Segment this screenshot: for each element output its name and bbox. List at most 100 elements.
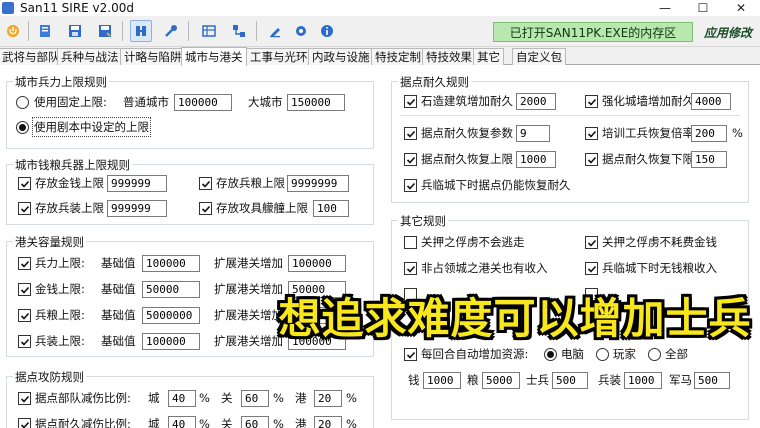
arms-cap-checkbox[interactable]: [18, 202, 31, 215]
recover-min-input[interactable]: 150: [691, 151, 727, 168]
tab-troops[interactable]: 兵种与战法: [57, 48, 123, 65]
res-gold-input[interactable]: 1000: [423, 372, 461, 389]
gold-cap-checkbox[interactable]: [18, 177, 31, 190]
save-button[interactable]: [64, 20, 86, 42]
recover-min-checkbox[interactable]: [585, 153, 598, 166]
res-horse-input[interactable]: 500: [694, 372, 730, 389]
port-income-checkbox[interactable]: [404, 262, 417, 275]
radio-script-cap[interactable]: [16, 121, 29, 134]
radio-selected-dot: [547, 351, 554, 358]
port-arms-checkbox[interactable]: [18, 335, 31, 348]
tab-cities[interactable]: 城市与港关: [181, 47, 247, 66]
minimize-button[interactable]: —: [646, 0, 684, 16]
res-soldier-input[interactable]: 500: [552, 372, 588, 389]
port-arms-base-input[interactable]: 100000: [142, 333, 200, 350]
res-food-input[interactable]: 5000: [482, 372, 520, 389]
port-gold-base-input[interactable]: 50000: [142, 281, 200, 298]
port-gold-checkbox[interactable]: [18, 283, 31, 296]
recover-param-input[interactable]: 9: [516, 125, 550, 142]
recover-max-checkbox[interactable]: [404, 153, 417, 166]
res-arms-input[interactable]: 1000: [624, 372, 662, 389]
radio-fixed-cap[interactable]: [16, 96, 29, 109]
prisoner-escape-checkbox[interactable]: [404, 236, 417, 249]
window-title: San11 SIRE v2.00d: [20, 1, 134, 15]
table-button[interactable]: [198, 20, 220, 42]
radio-pc[interactable]: [544, 348, 557, 361]
percent-label: %: [199, 417, 210, 428]
port-food-base-input[interactable]: 5000000: [142, 307, 200, 324]
dura-dmg-checkbox[interactable]: [18, 418, 31, 428]
simplified-button[interactable]: [130, 20, 152, 42]
close-button[interactable]: ✕: [722, 0, 760, 16]
radio-pc-label: 电脑: [561, 347, 584, 361]
percent-label: %: [732, 126, 743, 140]
arms-cap-input[interactable]: 999999: [107, 200, 167, 217]
res-soldier-label: 士兵: [526, 373, 549, 387]
dura-dmg-port-input[interactable]: 20: [314, 416, 342, 428]
tab-skill-effects[interactable]: 特技效果: [422, 48, 476, 65]
auto-resource-checkbox[interactable]: [404, 348, 417, 361]
troop-dmg-port-input[interactable]: 20: [314, 390, 342, 407]
tab-custom-pack[interactable]: 自定义包: [512, 48, 566, 65]
apply-changes-button[interactable]: 应用修改: [698, 22, 758, 42]
power-button[interactable]: [2, 20, 24, 42]
tab-content: 城市兵力上限规则 使用固定上限: 普通城市 100000 大城市 150000 …: [0, 65, 760, 428]
recover-max-input[interactable]: 1000: [516, 151, 556, 168]
edit-button[interactable]: [264, 20, 286, 42]
port-food-checkbox[interactable]: [18, 309, 31, 322]
besieged-recover-checkbox[interactable]: [404, 179, 417, 192]
food-cap-checkbox[interactable]: [199, 177, 212, 190]
recover-param-checkbox[interactable]: [404, 127, 417, 140]
prisoner-cost-checkbox[interactable]: [585, 236, 598, 249]
save-as-button[interactable]: [94, 20, 116, 42]
info-button[interactable]: [316, 20, 338, 42]
normal-city-input[interactable]: 100000: [174, 94, 232, 111]
network-button[interactable]: [228, 20, 250, 42]
besieged-income-checkbox[interactable]: [585, 262, 598, 275]
port-troop-expand-input[interactable]: 100000: [288, 255, 346, 272]
check-icon: [201, 180, 210, 188]
durability-title: 据点耐久规则: [398, 74, 471, 90]
check-icon: [20, 312, 29, 320]
city-cap-group: 城市兵力上限规则 使用固定上限: 普通城市 100000 大城市 150000 …: [6, 74, 374, 149]
toolbar-separator: [28, 21, 29, 41]
radio-all[interactable]: [648, 348, 661, 361]
strong-wall-input[interactable]: 4000: [691, 93, 731, 110]
troop-dmg-city-input[interactable]: 40: [168, 390, 196, 407]
open-file-button[interactable]: [34, 20, 56, 42]
food-cap-input[interactable]: 9999999: [287, 175, 349, 192]
engineer-checkbox[interactable]: [585, 127, 598, 140]
tab-fortifications[interactable]: 工事与光环: [246, 48, 312, 65]
gold-cap-input[interactable]: 999999: [107, 175, 167, 192]
port-base-label: 基础值: [101, 308, 136, 322]
radio-selected-dot: [19, 124, 26, 131]
dura-dmg-pass-input[interactable]: 60: [241, 416, 269, 428]
tools-button[interactable]: [160, 20, 182, 42]
table-icon: [202, 25, 216, 37]
settings-button[interactable]: [290, 20, 312, 42]
port-label: 港: [295, 417, 307, 428]
strong-wall-checkbox[interactable]: [585, 95, 598, 108]
city-cap-title: 城市兵力上限规则: [13, 74, 109, 90]
stone-checkbox[interactable]: [404, 95, 417, 108]
big-city-input[interactable]: 150000: [287, 94, 345, 111]
tab-generals[interactable]: 武将与部队: [0, 48, 64, 65]
stone-input[interactable]: 2000: [516, 93, 556, 110]
maximize-button[interactable]: ☐: [684, 0, 722, 16]
pass-label: 关: [221, 417, 233, 428]
recover-max-label: 据点耐久恢复上限: [421, 152, 513, 166]
tab-internal-affairs[interactable]: 内政与设施: [308, 48, 374, 65]
tab-tactics[interactable]: 计略与陷阱: [120, 48, 186, 65]
troop-dmg-checkbox[interactable]: [18, 392, 31, 405]
siege-cap-input[interactable]: 100: [313, 200, 349, 217]
radio-player[interactable]: [596, 348, 609, 361]
dura-dmg-city-input[interactable]: 40: [168, 416, 196, 428]
port-troop-base-input[interactable]: 100000: [142, 255, 200, 272]
check-icon: [20, 395, 29, 403]
tab-skill-custom[interactable]: 特技定制: [371, 48, 425, 65]
engineer-input[interactable]: 200: [691, 125, 727, 142]
tab-other[interactable]: 其它: [473, 48, 504, 65]
port-troop-checkbox[interactable]: [18, 257, 31, 270]
troop-dmg-pass-input[interactable]: 60: [241, 390, 269, 407]
siege-cap-checkbox[interactable]: [199, 202, 212, 215]
